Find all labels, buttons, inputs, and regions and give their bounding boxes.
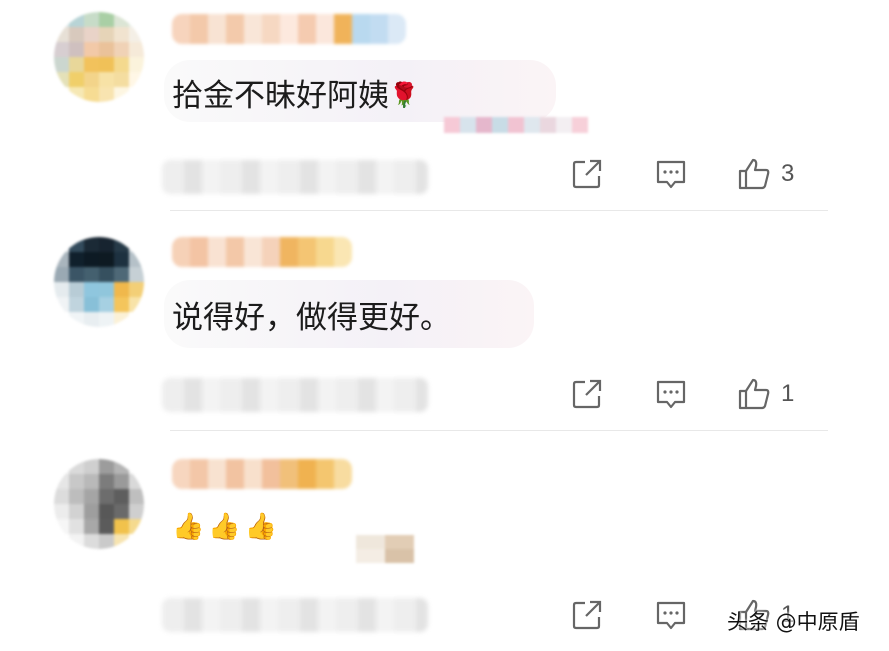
avatar-pixel xyxy=(54,489,69,504)
comment-3: 👍👍👍 1 xyxy=(0,0,889,651)
avatar-pixel xyxy=(69,504,84,519)
avatar-pixel xyxy=(129,474,144,489)
username-pixel xyxy=(316,459,334,489)
avatar-pixel xyxy=(114,474,129,489)
avatar-pixel xyxy=(69,534,84,549)
avatar-pixel xyxy=(129,504,144,519)
share-button[interactable] xyxy=(570,598,604,632)
username-pixel xyxy=(226,459,244,489)
avatar-pixel xyxy=(84,519,99,534)
comment-meta-blurred xyxy=(162,598,428,632)
username-pixel xyxy=(280,459,298,489)
avatar-pixel xyxy=(114,534,129,549)
avatar-pixel xyxy=(69,474,84,489)
avatar-pixel xyxy=(99,459,114,474)
reply-button[interactable] xyxy=(654,598,688,632)
username-pixel xyxy=(208,459,226,489)
avatar-pixel xyxy=(54,459,69,474)
avatar-pixel xyxy=(99,474,114,489)
share-icon xyxy=(572,600,602,630)
avatar-pixel xyxy=(84,489,99,504)
avatar-pixel xyxy=(114,459,129,474)
avatar-pixel xyxy=(84,534,99,549)
avatar-pixel xyxy=(54,504,69,519)
avatar-pixel xyxy=(69,459,84,474)
avatar-pixel xyxy=(129,534,144,549)
avatar-pixel xyxy=(99,504,114,519)
username-pixel xyxy=(298,459,316,489)
reply-icon xyxy=(656,601,686,630)
avatar-pixel xyxy=(99,534,114,549)
avatar-pixel xyxy=(99,519,114,534)
avatar-pixel xyxy=(54,474,69,489)
avatar-pixel xyxy=(129,459,144,474)
comment-text: 👍👍👍 xyxy=(172,512,282,542)
avatar-pixel xyxy=(69,519,84,534)
username-pixel xyxy=(244,459,262,489)
avatar-pixel xyxy=(114,504,129,519)
username-pixel xyxy=(172,459,190,489)
avatar-pixel xyxy=(114,519,129,534)
watermark: 头条 @中原盾 xyxy=(727,610,860,634)
avatar-pixel xyxy=(84,459,99,474)
avatar-pixel xyxy=(84,504,99,519)
blurred-sticker xyxy=(356,535,414,563)
avatar-pixel xyxy=(99,489,114,504)
avatar[interactable] xyxy=(54,459,144,549)
avatar-pixel xyxy=(69,489,84,504)
username-pixel xyxy=(190,459,208,489)
avatar-pixel xyxy=(84,474,99,489)
username-pixel xyxy=(334,459,352,489)
avatar-pixel xyxy=(114,489,129,504)
avatar-pixel xyxy=(129,519,144,534)
username-pixel xyxy=(262,459,280,489)
username-blurred[interactable] xyxy=(172,459,352,489)
avatar-pixel xyxy=(129,489,144,504)
avatar-pixel xyxy=(54,534,69,549)
avatar-pixel xyxy=(54,519,69,534)
